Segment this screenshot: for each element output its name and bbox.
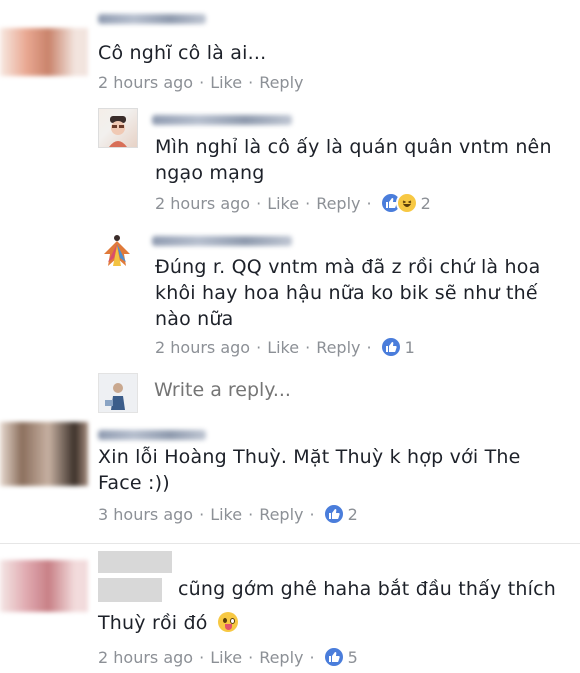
- tongue-wink-emoji-icon: [217, 612, 238, 632]
- avatar[interactable]: [0, 560, 88, 612]
- reaction-count: 1: [404, 337, 415, 357]
- redacted-author-name[interactable]: [98, 551, 172, 573]
- separator: ·: [199, 504, 205, 524]
- comment-meta: 3 hours ago · Like · Reply · 2: [98, 503, 358, 525]
- timestamp[interactable]: 3 hours ago: [98, 505, 193, 524]
- comment-text: Cô nghĩ cô là ai...: [98, 42, 267, 64]
- divider: [0, 543, 580, 544]
- comment-meta: 2 hours ago · Like · Reply · 5: [98, 646, 358, 668]
- separator: ·: [256, 193, 262, 213]
- separator: ·: [256, 337, 262, 357]
- separator: ·: [199, 73, 205, 92]
- separator: ·: [248, 647, 254, 667]
- avatar[interactable]: [98, 108, 138, 148]
- comment-text: Đúng r. QQ vntm mà đã z rồi chứ là hoa k…: [155, 256, 541, 330]
- blurred-author-name[interactable]: [152, 115, 292, 125]
- timestamp[interactable]: 2 hours ago: [155, 194, 250, 213]
- blurred-author-name[interactable]: [152, 236, 292, 246]
- timestamp[interactable]: 2 hours ago: [155, 338, 250, 357]
- avatar[interactable]: [98, 232, 136, 270]
- comment-text: Xin lỗi Hoàng Thuỳ. Mặt Thuỳ k hợp với T…: [98, 446, 521, 494]
- separator: ·: [366, 337, 372, 357]
- blurred-author-name[interactable]: [98, 430, 206, 440]
- timestamp[interactable]: 2 hours ago: [98, 648, 193, 667]
- reply-link[interactable]: Reply: [259, 505, 303, 524]
- separator: ·: [309, 647, 315, 667]
- haha-emoji-icon: [395, 192, 418, 214]
- blurred-author-name[interactable]: [98, 14, 206, 24]
- comment-meta: 2 hours ago · Like · Reply · 1: [155, 336, 415, 358]
- reactions[interactable]: 5: [322, 646, 358, 668]
- comment-text-line-1: cũng gớm ghê haha bắt đầu thấy thích: [178, 578, 556, 600]
- like-link[interactable]: Like: [267, 338, 299, 357]
- thumbs-up-icon: [322, 503, 345, 525]
- reactions[interactable]: 2: [322, 503, 358, 525]
- comment-meta: 2 hours ago · Like · Reply · 2: [155, 192, 431, 214]
- separator: ·: [199, 647, 205, 667]
- like-link[interactable]: Like: [267, 194, 299, 213]
- separator: ·: [366, 193, 372, 213]
- reactions[interactable]: 2: [379, 192, 431, 214]
- person-photo-icon: [99, 374, 137, 412]
- reply-link[interactable]: Reply: [259, 73, 303, 92]
- like-link[interactable]: Like: [210, 505, 242, 524]
- write-reply-input[interactable]: [154, 379, 534, 401]
- reply-link[interactable]: Reply: [316, 338, 360, 357]
- reply-link[interactable]: Reply: [259, 648, 303, 667]
- timestamp[interactable]: 2 hours ago: [98, 73, 193, 92]
- avatar[interactable]: [0, 28, 88, 76]
- thumbs-up-icon: [379, 336, 402, 358]
- avatar[interactable]: [0, 422, 88, 486]
- reply-link[interactable]: Reply: [316, 194, 360, 213]
- separator: ·: [305, 193, 311, 213]
- avatar: [98, 373, 138, 413]
- reactions[interactable]: 1: [379, 336, 415, 358]
- redacted-mention: [98, 578, 162, 602]
- comment-text-line-2-wrap: Thuỳ rồi đó: [98, 610, 238, 636]
- comment-text-line-2: Thuỳ rồi đó: [98, 612, 208, 634]
- like-link[interactable]: Like: [210, 648, 242, 667]
- reaction-count: 5: [347, 647, 358, 667]
- like-link[interactable]: Like: [210, 73, 242, 92]
- separator: ·: [309, 504, 315, 524]
- separator: ·: [248, 73, 254, 92]
- comment-text: Mìh nghỉ là cô ấy là quán quân vntm nên …: [155, 136, 552, 184]
- colorful-figure-icon: [104, 235, 130, 266]
- separator: ·: [305, 337, 311, 357]
- reaction-count: 2: [347, 504, 358, 524]
- separator: ·: [248, 504, 254, 524]
- thumbs-up-icon: [322, 646, 345, 668]
- comment-meta: 2 hours ago · Like · Reply: [98, 73, 304, 92]
- person-photo-icon: [109, 116, 127, 147]
- reaction-count: 2: [420, 193, 431, 213]
